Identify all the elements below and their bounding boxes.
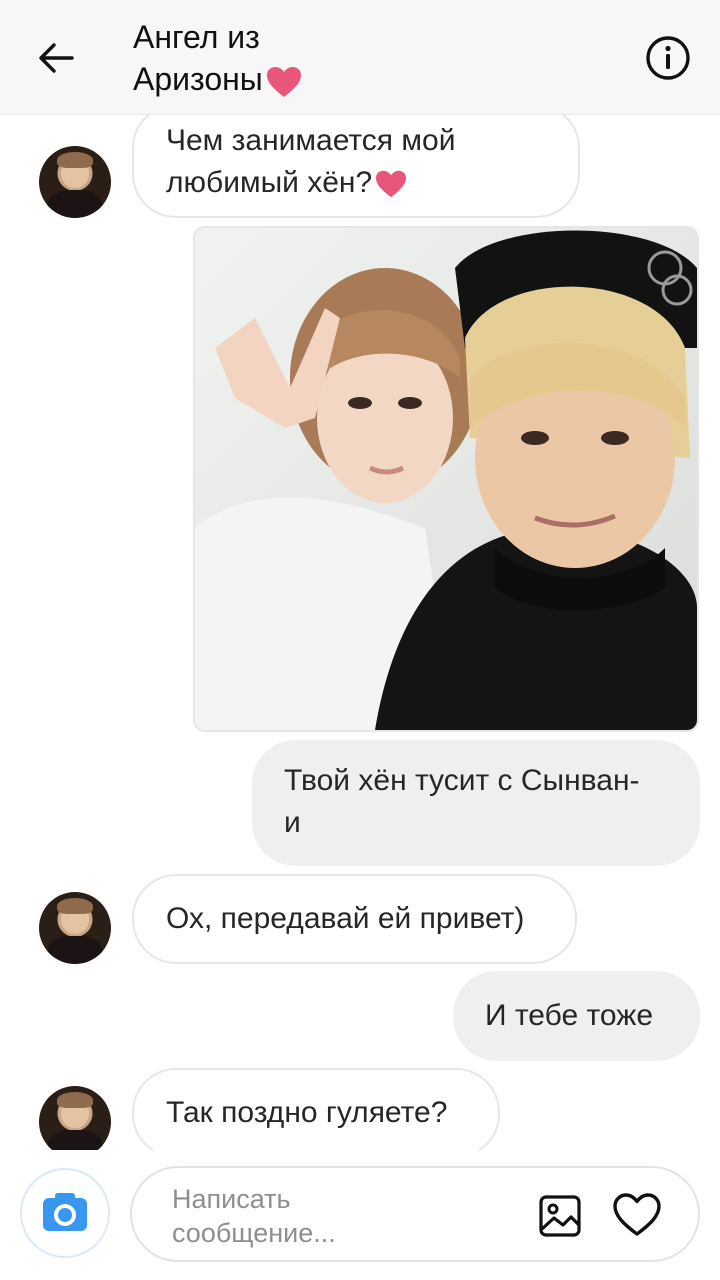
title-line-1: Ангел из bbox=[133, 19, 260, 55]
outgoing-message-bubble[interactable]: И тебе тоже bbox=[453, 971, 700, 1061]
message-text-line-1: Твой хён тусит с Сынван- bbox=[284, 764, 640, 797]
placeholder-line-2: сообщение... bbox=[172, 1218, 336, 1248]
camera-button[interactable] bbox=[20, 1168, 110, 1258]
message-text-line-2: и bbox=[284, 806, 301, 839]
message-text: И тебе тоже bbox=[485, 999, 654, 1032]
contact-avatar[interactable] bbox=[39, 146, 111, 218]
chat-header: Ангел из Аризоны bbox=[0, 0, 720, 115]
outgoing-message-bubble[interactable]: Твой хён тусит с Сынван- и bbox=[252, 740, 700, 866]
incoming-message-bubble[interactable]: Чем занимается мой любимый хён? bbox=[132, 114, 580, 218]
message-text-line-1: Чем занимается мой bbox=[166, 124, 456, 157]
message-input[interactable]: Написать сообщение... bbox=[130, 1166, 700, 1262]
back-arrow-icon[interactable] bbox=[34, 36, 78, 80]
conversation-title[interactable]: Ангел из Аризоны bbox=[133, 16, 303, 100]
photo-image bbox=[195, 228, 697, 730]
placeholder-line-1: Написать bbox=[172, 1184, 291, 1214]
incoming-message-bubble[interactable]: Так поздно гуляете? bbox=[132, 1068, 500, 1150]
message-list[interactable]: Чем занимается мой любимый хён? Твой хён… bbox=[0, 114, 720, 1150]
camera-icon bbox=[43, 1193, 87, 1231]
incoming-message-bubble[interactable]: Ох, передавай ей привет) bbox=[132, 874, 577, 964]
shared-photo[interactable] bbox=[193, 226, 699, 732]
info-icon[interactable] bbox=[644, 34, 692, 82]
pink-heart-emoji-icon bbox=[376, 170, 407, 198]
message-composer: Написать сообщение... bbox=[0, 1150, 720, 1280]
pink-heart-emoji-icon bbox=[266, 66, 301, 97]
gallery-icon[interactable] bbox=[538, 1194, 582, 1238]
contact-avatar[interactable] bbox=[39, 1086, 111, 1150]
message-input-placeholder: Написать сообщение... bbox=[172, 1182, 432, 1250]
message-text: Так поздно гуляете? bbox=[166, 1096, 448, 1129]
contact-avatar[interactable] bbox=[39, 892, 111, 964]
message-text-line-2: любимый хён? bbox=[166, 166, 373, 199]
message-text: Ох, передавай ей привет) bbox=[166, 902, 525, 935]
title-line-2: Аризоны bbox=[133, 61, 263, 97]
heart-icon[interactable] bbox=[612, 1192, 662, 1238]
